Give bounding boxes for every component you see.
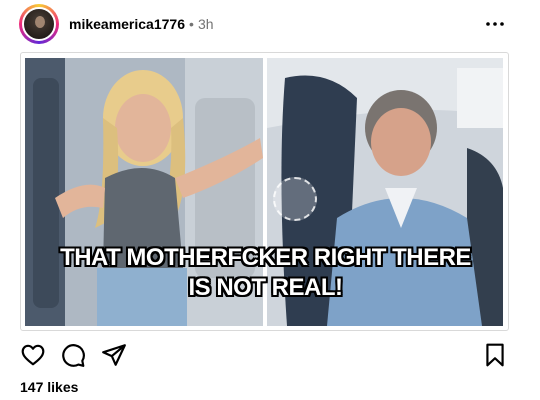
like-count[interactable]: 147 likes — [20, 379, 78, 395]
post-image[interactable]: THAT MOTHERFCKER RIGHT THERE IS NOT REAL… — [20, 52, 509, 331]
meme-caption: THAT MOTHERFCKER RIGHT THERE IS NOT REAL… — [21, 243, 508, 303]
post-time[interactable]: 3h — [198, 16, 214, 32]
avatar-image — [22, 7, 56, 41]
bookmark-icon[interactable] — [482, 342, 508, 368]
post-actions — [0, 338, 540, 372]
avatar-face — [35, 16, 45, 28]
meme-caption-line-2: IS NOT REAL! — [188, 274, 344, 301]
heart-icon[interactable] — [20, 342, 46, 368]
comment-icon[interactable] — [60, 342, 86, 368]
more-options-icon[interactable] — [484, 14, 506, 34]
username-link[interactable]: mikeamerica1776 — [69, 16, 185, 32]
post-header: mikeamerica1776 • 3h — [0, 0, 540, 50]
watermark-logo — [273, 177, 317, 221]
meme-caption-line-1: THAT MOTHERFCKER RIGHT THERE — [60, 244, 471, 271]
separator-dot: • — [189, 16, 194, 32]
avatar[interactable] — [19, 4, 59, 44]
send-icon[interactable] — [101, 342, 127, 368]
